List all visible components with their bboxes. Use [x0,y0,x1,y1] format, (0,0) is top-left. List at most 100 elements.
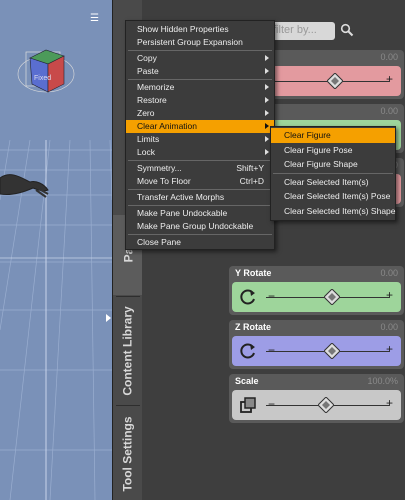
menu-item-clear-animation[interactable]: Clear Animation [126,120,274,133]
slider-track-area[interactable]: −+ [232,336,401,366]
menu-separator [128,234,272,235]
slider-knob[interactable] [324,289,340,305]
menu-item-show-hidden-properties[interactable]: Show Hidden Properties [126,23,274,36]
property-value[interactable]: 100.0% [367,376,398,388]
menu-item-clear-figure-pose[interactable]: Clear Figure Pose [271,143,395,158]
menu-item-label: Make Pane Undockable [137,208,228,218]
property-name: Y Rotate [235,268,272,278]
menu-item-clear-selected-item-s[interactable]: Clear Selected Item(s) [271,175,395,190]
property-name: Z Rotate [235,322,271,332]
property-slider-y-rotate: Y Rotate 0.00− + [229,266,404,315]
submenu-arrow-icon [265,136,269,142]
decrement-icon[interactable]: − [268,397,275,411]
menu-item-restore[interactable]: Restore [126,94,274,107]
menu-item-copy[interactable]: Copy [126,52,274,65]
menu-item-label: Show Hidden Properties [137,24,229,34]
menu-item-clear-selected-item-s-pose[interactable]: Clear Selected Item(s) Pose [271,189,395,204]
increment-icon[interactable]: + [386,288,393,302]
tab-label: Tool Settings [121,416,136,492]
menu-item-label: Memorize [137,82,175,92]
svg-text:Fixed: Fixed [34,75,51,82]
menu-separator [128,189,272,190]
submenu-arrow-icon [265,123,269,129]
menu-separator [128,50,272,51]
menu-separator [128,79,272,80]
clear-animation-submenu: Clear Figure Clear Figure Pose Clear Figur… [270,126,396,221]
menu-item-label: Paste [137,66,159,76]
search-icon[interactable] [340,23,354,37]
menu-item-paste[interactable]: Paste [126,65,274,78]
menu-item-label: Close Pane [137,237,181,247]
menu-item-label: Transfer Active Morphs [137,192,225,202]
slider-knob[interactable] [318,397,334,413]
slider-track-area[interactable]: −+ [232,390,401,420]
menu-item-shortcut: Shift+Y [236,163,264,173]
menu-item-clear-figure-shape[interactable]: Clear Figure Shape [271,157,395,172]
viewport-scene: Fixed [0,49,112,500]
menu-item-lock[interactable]: Lock [126,146,274,159]
orientation-cube: Fixed [17,49,75,93]
menu-item-zero[interactable]: Zero [126,107,274,120]
pane-collapse-icon[interactable] [106,314,111,322]
menu-item-transfer-active-morphs[interactable]: Transfer Active Morphs [126,191,274,204]
menu-separator [128,160,272,161]
tab-content-library[interactable]: Content Library [113,300,143,402]
app-window: Fixed ☰ Pa Content Library Tool Settings… [0,0,405,500]
menu-item-label: Restore [137,95,167,105]
menu-item-label: Clear Selected Item(s) [284,176,369,187]
viewport-menu-icon[interactable]: ☰ [90,14,102,24]
submenu-arrow-icon [265,84,269,90]
menu-item-move-to-floor[interactable]: Move To Floor Ctrl+D [126,175,274,188]
menu-item-close-pane[interactable]: Close Pane [126,236,274,249]
submenu-arrow-icon [265,68,269,74]
property-slider-z-rotate: Z Rotate 0.00− + [229,320,404,369]
rotate-icon[interactable] [238,341,258,361]
3d-viewport[interactable]: Fixed ☰ [0,0,112,500]
menu-item-clear-selected-item-s-shape[interactable]: Clear Selected Item(s) Shape [271,204,396,219]
menu-item-label: Make Pane Group Undockable [137,221,254,231]
menu-item-label: Symmetry... [137,163,182,173]
menu-item-symmetry[interactable]: Symmetry... Shift+Y [126,162,274,175]
menu-item-label: Lock [137,147,155,157]
submenu-arrow-icon [265,110,269,116]
menu-item-limits[interactable]: Limits [126,133,274,146]
property-value[interactable]: 0.00 [380,106,398,118]
decrement-icon[interactable]: − [268,343,275,357]
scale-icon[interactable] [238,395,258,415]
property-value[interactable]: 0.00 [380,268,398,280]
decrement-icon[interactable]: − [268,289,275,303]
menu-separator [273,172,393,174]
property-value[interactable]: 0.00 [380,322,398,334]
property-value[interactable]: 0.00 [380,52,398,64]
menu-item-label: Clear Selected Item(s) Shape [284,205,396,216]
slider-knob[interactable] [327,73,343,89]
slider-track-area[interactable]: −+ [232,282,401,312]
increment-icon[interactable]: + [386,72,393,86]
menu-item-clear-figure[interactable]: Clear Figure [271,128,395,143]
tab-tool-settings[interactable]: Tool Settings [113,410,143,498]
menu-item-make-pane-group-undockable[interactable]: Make Pane Group Undockable [126,220,274,233]
menu-item-label: Move To Floor [137,176,191,186]
tab-label: Content Library [121,306,135,396]
menu-item-label: Persistent Group Expansion [137,37,243,47]
property-name: Scale [235,376,259,386]
menu-item-persistent-group-expansion[interactable]: Persistent Group Expansion [126,36,274,49]
menu-item-memorize[interactable]: Memorize [126,81,274,94]
submenu-arrow-icon [265,55,269,61]
property-slider-scale: Scale 100.0% − + [229,374,404,423]
increment-icon[interactable]: + [386,396,393,410]
increment-icon[interactable]: + [386,342,393,356]
submenu-arrow-icon [265,149,269,155]
menu-item-label: Zero [137,108,155,118]
menu-item-label: Clear Figure Pose [284,144,353,155]
menu-item-label: Clear Figure [284,130,331,140]
slider-knob[interactable] [324,343,340,359]
menu-item-label: Clear Figure Shape [284,159,358,169]
menu-separator [128,205,272,206]
rotate-icon[interactable] [238,287,258,307]
menu-item-make-pane-undockable[interactable]: Make Pane Undockable [126,207,274,220]
menu-item-label: Limits [137,134,160,144]
submenu-arrow-icon [265,97,269,103]
menu-item-label: Clear Selected Item(s) Pose [284,191,391,201]
menu-item-label: Copy [137,53,157,63]
